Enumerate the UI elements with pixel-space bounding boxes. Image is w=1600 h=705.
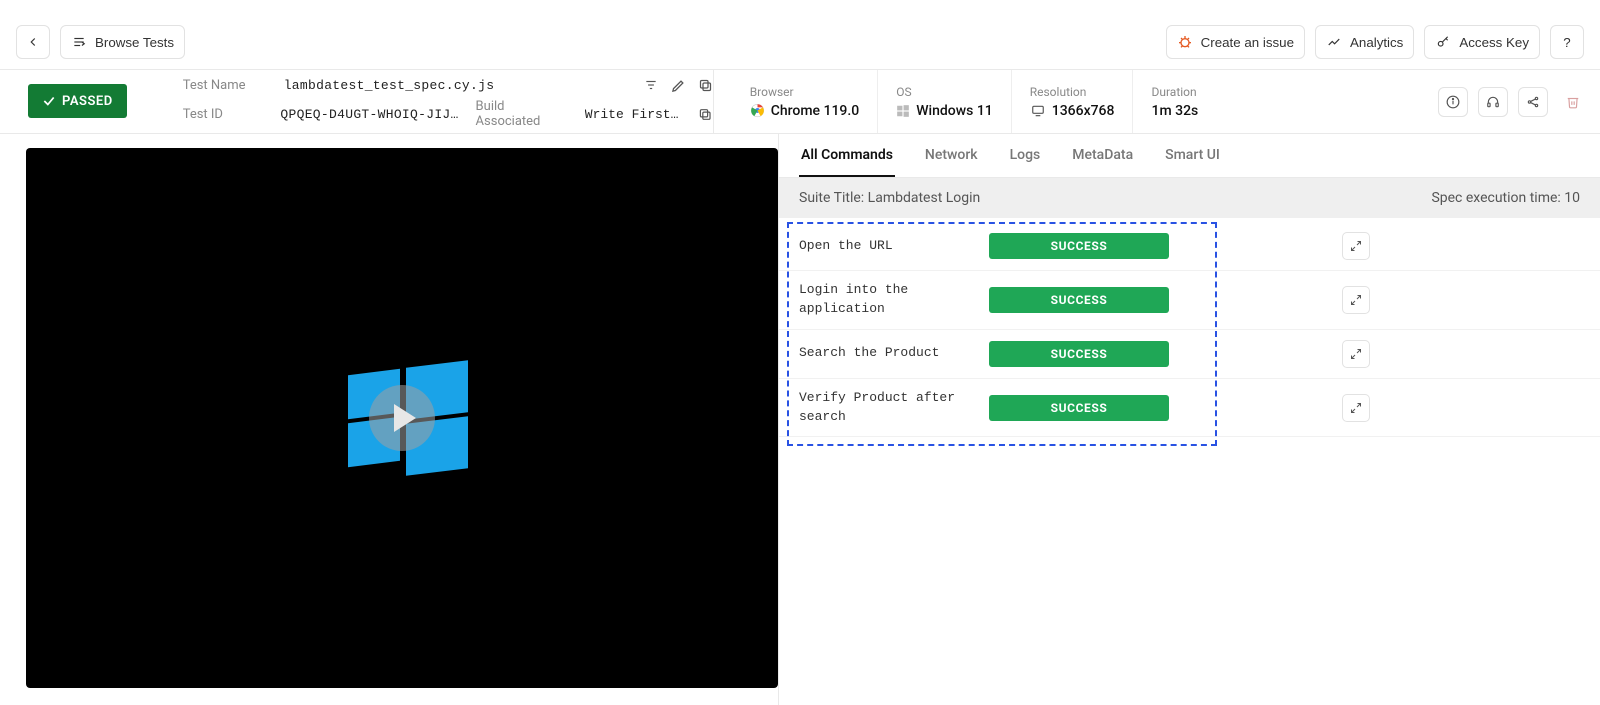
- command-row[interactable]: Verify Product after search SUCCESS: [779, 379, 1600, 438]
- tabs: All Commands Network Logs MetaData Smart…: [779, 134, 1600, 178]
- share-icon: [1526, 95, 1540, 109]
- monitor-icon: [1030, 104, 1046, 118]
- suite-title: Suite Title: Lambdatest Login: [799, 190, 980, 206]
- command-name: Search the Product: [799, 344, 969, 363]
- command-status: SUCCESS: [989, 287, 1169, 313]
- list-icon: [71, 35, 87, 49]
- spec-exec-time: Spec execution time: 10: [1431, 190, 1580, 206]
- back-button[interactable]: [16, 25, 50, 59]
- command-status: SUCCESS: [989, 341, 1169, 367]
- help-button[interactable]: ?: [1550, 25, 1584, 59]
- trash-icon: [1566, 95, 1580, 109]
- tab-network[interactable]: Network: [923, 134, 980, 177]
- video-pane: [0, 134, 778, 705]
- resolution-value: 1366x768: [1052, 103, 1115, 119]
- side-pane: All Commands Network Logs MetaData Smart…: [778, 134, 1600, 705]
- headset-button[interactable]: [1478, 87, 1508, 117]
- analytics-icon: [1326, 35, 1342, 49]
- right-action-icons: [1438, 70, 1600, 133]
- test-name-value: lambdatest_test_spec.cy.js: [284, 78, 504, 93]
- analytics-label: Analytics: [1350, 35, 1403, 50]
- info-icon: [1446, 95, 1460, 109]
- key-icon: [1435, 35, 1451, 49]
- tab-metadata[interactable]: MetaData: [1070, 134, 1135, 177]
- expand-icon: [1350, 294, 1362, 306]
- bug-icon: [1177, 34, 1193, 50]
- browse-tests-button[interactable]: Browse Tests: [60, 25, 185, 59]
- command-name: Verify Product after search: [799, 389, 969, 427]
- resolution-label: Resolution: [1030, 85, 1115, 99]
- expand-button[interactable]: [1342, 232, 1370, 260]
- command-name: Login into the application: [799, 281, 969, 319]
- delete-button[interactable]: [1558, 87, 1588, 117]
- command-name: Open the URL: [799, 237, 969, 256]
- share-button[interactable]: [1518, 87, 1548, 117]
- access-key-button[interactable]: Access Key: [1424, 25, 1540, 59]
- copy-build-icon[interactable]: [698, 107, 712, 122]
- suite-bar: Suite Title: Lambdatest Login Spec execu…: [779, 178, 1600, 218]
- headset-icon: [1486, 95, 1500, 109]
- edit-icon[interactable]: [671, 78, 686, 93]
- status-badge: PASSED: [28, 84, 127, 118]
- duration-label: Duration: [1151, 85, 1198, 99]
- header-clipped: [0, 0, 1600, 15]
- command-status: SUCCESS: [989, 233, 1169, 259]
- browser-label: Browser: [750, 85, 860, 99]
- play-button[interactable]: [369, 385, 435, 451]
- command-row[interactable]: Search the Product SUCCESS: [779, 330, 1600, 379]
- expand-button[interactable]: [1342, 394, 1370, 422]
- windows-icon: [896, 104, 910, 118]
- expand-button[interactable]: [1342, 340, 1370, 368]
- os-value: Windows 11: [916, 103, 993, 119]
- chrome-icon: [750, 103, 765, 118]
- tab-logs[interactable]: Logs: [1008, 134, 1043, 177]
- expand-button[interactable]: [1342, 286, 1370, 314]
- expand-icon: [1350, 402, 1362, 414]
- commands-list: Open the URL SUCCESS Login into the appl…: [779, 218, 1600, 461]
- os-label: OS: [896, 85, 993, 99]
- tab-all-commands[interactable]: All Commands: [799, 134, 895, 177]
- copy-icon[interactable]: [698, 78, 713, 93]
- check-icon: [42, 94, 56, 108]
- toolbar: Browse Tests Create an issue Analytics A…: [0, 15, 1600, 70]
- info-button[interactable]: [1438, 87, 1468, 117]
- test-name-label: Test Name: [183, 78, 268, 93]
- build-associated-value: Write First …: [585, 107, 683, 122]
- browser-value: Chrome 119.0: [771, 103, 860, 119]
- test-id-value: QPQEQ-D4UGT-WHOIQ-JIJL2: [280, 107, 459, 122]
- status-text: PASSED: [62, 94, 113, 109]
- create-issue-label: Create an issue: [1201, 35, 1294, 50]
- filter-icon[interactable]: [643, 78, 659, 92]
- analytics-button[interactable]: Analytics: [1315, 25, 1414, 59]
- build-associated-label: Build Associated: [476, 99, 569, 129]
- video-player[interactable]: [26, 148, 778, 688]
- duration-value: 1m 32s: [1151, 103, 1198, 119]
- env-block: Browser Chrome 119.0 OS Windows 11 Resol…: [713, 70, 1235, 133]
- help-icon: ?: [1563, 35, 1570, 50]
- test-id-label: Test ID: [183, 107, 265, 122]
- info-bar: PASSED Test Name lambdatest_test_spec.cy…: [0, 70, 1600, 134]
- command-row[interactable]: Open the URL SUCCESS: [779, 222, 1600, 271]
- browse-tests-label: Browse Tests: [95, 35, 174, 50]
- create-issue-button[interactable]: Create an issue: [1166, 25, 1305, 59]
- expand-icon: [1350, 240, 1362, 252]
- expand-icon: [1350, 348, 1362, 360]
- command-status: SUCCESS: [989, 395, 1169, 421]
- command-row[interactable]: Login into the application SUCCESS: [779, 271, 1600, 330]
- tab-smart-ui[interactable]: Smart UI: [1163, 134, 1222, 177]
- chevron-left-icon: [26, 35, 40, 49]
- play-icon: [394, 404, 416, 432]
- test-meta: Test Name lambdatest_test_spec.cy.js Tes…: [143, 70, 713, 133]
- main: All Commands Network Logs MetaData Smart…: [0, 134, 1600, 705]
- access-key-label: Access Key: [1459, 35, 1529, 50]
